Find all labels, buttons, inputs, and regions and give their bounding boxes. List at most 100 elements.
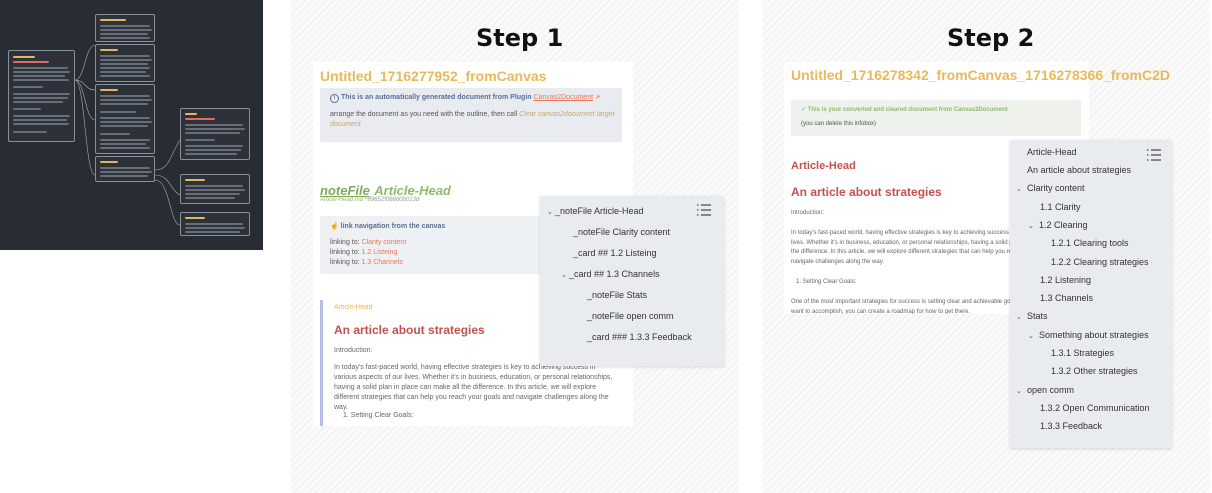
outline1-item[interactable]: ⌄ _noteFile Article-Head (547, 206, 644, 216)
outline2-item[interactable]: ⌄ open comm (1016, 385, 1074, 395)
doc2-infobox: ✓ This is your converted and cleared doc… (791, 100, 1081, 136)
embed-list-item: 1. Setting Clear Goals: (343, 412, 414, 419)
notefile-path[interactable]: Article-Head.md (320, 197, 363, 203)
canvas-node-clarity[interactable] (95, 14, 155, 42)
outline2-item-label: 1.2 Listening (1040, 275, 1092, 285)
outline2-item-label: 1.3 Channels (1040, 293, 1094, 303)
outline-panel-step1[interactable]: ⌄ _noteFile Article-Head _noteFile Clarit… (540, 196, 724, 366)
outline1-item-label: _card ### 1.3.3 Feedback (587, 332, 692, 342)
outline2-item-label: 1.2.1 Clearing tools (1051, 238, 1129, 248)
outline1-item-label: _noteFile Stats (587, 290, 648, 300)
outline1-item[interactable]: _noteFile open comm (587, 311, 674, 321)
list-outline-icon[interactable] (695, 201, 713, 219)
canvas-node-listening[interactable] (95, 84, 155, 154)
outline2-item[interactable]: 1.3 Channels (1040, 293, 1093, 303)
outline2-item[interactable]: 1.3.2 Open Communication (1040, 403, 1150, 413)
canvas-node-channels[interactable] (95, 156, 155, 182)
outline2-item-label: 1.3.1 Strategies (1051, 348, 1115, 358)
outline2-item-label: 1.3.2 Other strategies (1051, 366, 1138, 376)
embed-intro: Introduction: (334, 347, 373, 354)
canvas-thumbnail[interactable] (0, 0, 263, 250)
embed-title: An article about strategies (334, 323, 485, 337)
linknav-title: link navigation from the canvas (340, 223, 446, 230)
doc1-infobox: i This is an automatically generated doc… (320, 88, 622, 142)
chevron-down-icon: ⌄ (547, 209, 553, 216)
doc2-article-title: An article about strategies (791, 185, 942, 199)
outline1-item-label: _noteFile Clarity content (573, 227, 671, 237)
canvas-node-feedback[interactable] (180, 212, 250, 236)
outline-panel-step2[interactable]: Article-Head An article about strategies… (1010, 140, 1172, 448)
outline2-item-label: 1.2 Clearing (1039, 220, 1088, 230)
outline2-item-label: 1.1 Clarity (1040, 202, 1081, 212)
link-listeing[interactable]: 1.2 Listeing (362, 249, 398, 256)
outline1-item[interactable]: _card ## 1.2 Listeing (573, 248, 657, 258)
external-link-icon: ↗ (594, 95, 601, 101)
outline2-item[interactable]: ⌄ Something about strategies (1028, 330, 1149, 340)
outline2-item[interactable]: 1.1 Clarity (1040, 202, 1081, 212)
link-channels[interactable]: 1.3 Channels (362, 259, 403, 266)
notefile-tag[interactable]: noteFile (320, 183, 370, 198)
notefile-meta: Article-Head.md ^89652f068d0b013d (320, 197, 419, 203)
link-prefix: linking to: (330, 249, 360, 256)
chevron-down-icon: ⌄ (1016, 314, 1022, 321)
doc2-title: Untitled_1716278342_fromCanvas_171627836… (791, 67, 1171, 83)
doc1-info-line: i This is an automatically generated doc… (330, 94, 600, 103)
canvas-node-stats[interactable] (180, 108, 250, 160)
outline2-item[interactable]: ⌄ 1.2 Clearing (1028, 220, 1088, 230)
canvas-node-article-head[interactable] (8, 50, 75, 142)
outline2-item[interactable]: 1.2.1 Clearing tools (1051, 238, 1129, 248)
outline2-item[interactable]: ⌄ Clarity content (1016, 183, 1085, 193)
doc2-article-head: Article-Head (791, 160, 856, 172)
outline2-item[interactable]: An article about strategies (1027, 165, 1131, 175)
outline2-item-label: Stats (1027, 311, 1048, 321)
link-row-1: linking to: Clarity content (330, 238, 406, 248)
outline1-item[interactable]: ⌄ _card ## 1.3 Channels (561, 269, 660, 279)
notefile-hash: ^89652f068d0b013d (364, 197, 420, 203)
embed-label: Article-Head (334, 304, 373, 311)
outline2-item-label: 1.3.3 Feedback (1040, 421, 1103, 431)
check-icon: ✓ (801, 107, 807, 113)
doc2-list-item: 1. Setting Clear Goals: (796, 279, 857, 285)
outline2-item-label: Something about strategies (1039, 330, 1149, 340)
notefile-title: Article-Head (374, 183, 451, 198)
outline2-item[interactable]: 1.2.2 Clearing strategies (1051, 257, 1149, 267)
doc1-arrange-line: arrange the document as you need with th… (330, 110, 620, 130)
doc2-info-sub: (you can delete this infobox) (801, 121, 877, 127)
outline2-item-label: 1.3.2 Open Communication (1040, 403, 1150, 413)
chevron-down-icon: ⌄ (561, 272, 567, 279)
outline1-item-label: _card ## 1.2 Listeing (573, 248, 657, 258)
doc2-info-text: This is your converted and cleared docum… (807, 107, 1008, 113)
outline1-item[interactable]: _noteFile Stats (587, 290, 647, 300)
chevron-down-icon: ⌄ (1028, 333, 1034, 340)
canvas-node-clearing[interactable] (95, 44, 155, 82)
outline2-item[interactable]: ⌄ Stats (1016, 311, 1048, 321)
embed-border (320, 300, 323, 426)
doc2-info-line: ✓ This is your converted and cleared doc… (801, 106, 1008, 113)
link-clarity[interactable]: Clarity content (362, 239, 407, 246)
link-row-2: linking to: 1.2 Listeing (330, 248, 397, 258)
outline1-item[interactable]: _card ### 1.3.3 Feedback (587, 332, 692, 342)
link-prefix: linking to: (330, 259, 360, 266)
doc1-info-link[interactable]: Canvas2Document (534, 94, 594, 101)
link-row-3: linking to: 1.3 Channels (330, 258, 403, 268)
outline1-item-label: _noteFile Article-Head (555, 206, 644, 216)
list-outline-icon[interactable] (1145, 146, 1163, 164)
outline2-item[interactable]: 1.3.3 Feedback (1040, 421, 1102, 431)
info-circle-icon: i (330, 94, 339, 103)
chevron-down-icon: ⌄ (1016, 186, 1022, 193)
doc1-info-text: This is an automatically generated docum… (340, 94, 532, 101)
outline2-item-label: Article-Head (1027, 147, 1077, 157)
outline2-item[interactable]: 1.3.1 Strategies (1051, 348, 1114, 358)
doc1-title: Untitled_1716277952_fromCanvas (320, 68, 547, 84)
outline2-item[interactable]: 1.2 Listening (1040, 275, 1091, 285)
doc1-arrange-text: arrange the document as you need with th… (330, 111, 518, 118)
outline2-item[interactable]: Article-Head (1027, 147, 1077, 157)
outline2-item-label: open comm (1027, 385, 1075, 395)
outline1-item[interactable]: _noteFile Clarity content (573, 227, 670, 237)
canvas-node-open-comm[interactable] (180, 174, 250, 204)
doc2-intro: Introduction: (791, 210, 825, 216)
embed-para: In today's fast-paced world, having effe… (334, 364, 613, 411)
outline2-item[interactable]: 1.3.2 Other strategies (1051, 366, 1138, 376)
outline2-item-label: Clarity content (1027, 183, 1085, 193)
hand-pointer-icon: ☝ (330, 223, 339, 230)
